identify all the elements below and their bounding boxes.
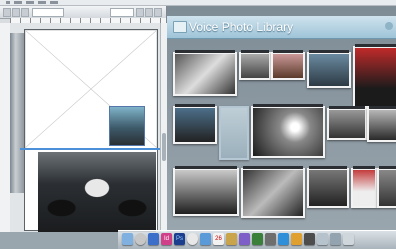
- close-icon[interactable]: [385, 22, 393, 30]
- library-title: Voice Photo Library: [189, 20, 294, 34]
- placed-photo-small[interactable]: [109, 106, 145, 146]
- photo-thumbnail[interactable]: [307, 166, 349, 208]
- tool-button[interactable]: [3, 8, 11, 17]
- menu-item[interactable]: [38, 1, 46, 4]
- photo-thumbnail[interactable]: [241, 166, 305, 218]
- tool-button[interactable]: [145, 8, 153, 17]
- calendar-icon[interactable]: 26: [213, 233, 224, 245]
- photo-thumbnail-selected[interactable]: [219, 106, 249, 160]
- finder-icon[interactable]: [122, 233, 133, 245]
- pasteboard-image[interactable]: [10, 33, 24, 193]
- dock: Id Ps 26: [118, 230, 396, 249]
- itunes-icon[interactable]: [239, 233, 250, 245]
- indesign-icon[interactable]: Id: [161, 233, 172, 245]
- scrollbar-thumb[interactable]: [162, 133, 166, 161]
- toolbar-field[interactable]: [32, 8, 64, 17]
- photo-thumbnail[interactable]: [271, 50, 305, 80]
- photo-thumbnail[interactable]: [351, 166, 377, 208]
- photo-thumbnail[interactable]: [173, 166, 239, 216]
- photo-library-panel: Voice Photo Library: [167, 6, 396, 232]
- photo-thumbnail[interactable]: [173, 50, 237, 96]
- facetime-icon[interactable]: [252, 233, 263, 245]
- layout-window: [0, 6, 170, 232]
- photo-thumbnail[interactable]: [377, 166, 396, 208]
- photo-thumbnail[interactable]: [251, 104, 325, 158]
- stickies-icon[interactable]: [291, 233, 302, 245]
- preview-icon[interactable]: [226, 233, 237, 245]
- dashboard-icon[interactable]: [135, 233, 146, 245]
- photo-thumbnail[interactable]: [327, 106, 367, 140]
- photo-thumbnail[interactable]: [367, 106, 396, 142]
- library-header: Voice Photo Library: [167, 16, 396, 39]
- clock-icon[interactable]: [187, 233, 198, 245]
- folder-icon[interactable]: [317, 233, 328, 245]
- selection-guide[interactable]: [20, 148, 170, 150]
- tool-button[interactable]: [12, 8, 20, 17]
- folder-icon: [173, 21, 187, 33]
- photo-thumbnail[interactable]: [353, 44, 396, 108]
- apple-menu-icon[interactable]: [6, 1, 10, 4]
- photoshop-icon[interactable]: Ps: [174, 233, 185, 245]
- mail-icon[interactable]: [200, 233, 211, 245]
- safari-icon[interactable]: [148, 233, 159, 245]
- tool-button[interactable]: [154, 8, 162, 17]
- terminal-icon[interactable]: [304, 233, 315, 245]
- photo-thumbnail[interactable]: [239, 50, 271, 80]
- menu-item[interactable]: [14, 1, 22, 4]
- placed-photo-car[interactable]: [38, 152, 156, 232]
- vertical-scrollbar[interactable]: [160, 23, 167, 232]
- document-canvas[interactable]: [10, 23, 170, 232]
- tool-button[interactable]: [136, 8, 144, 17]
- photo-thumbnail[interactable]: [173, 104, 217, 144]
- downloads-icon[interactable]: [330, 233, 341, 245]
- menu-item[interactable]: [50, 1, 58, 4]
- trash-icon[interactable]: [343, 233, 354, 245]
- menu-item[interactable]: [26, 1, 34, 4]
- tool-button[interactable]: [21, 8, 29, 17]
- settings-icon[interactable]: [265, 233, 276, 245]
- photo-thumbnail[interactable]: [307, 50, 351, 88]
- toolbar-field[interactable]: [110, 8, 134, 17]
- app-store-icon[interactable]: [278, 233, 289, 245]
